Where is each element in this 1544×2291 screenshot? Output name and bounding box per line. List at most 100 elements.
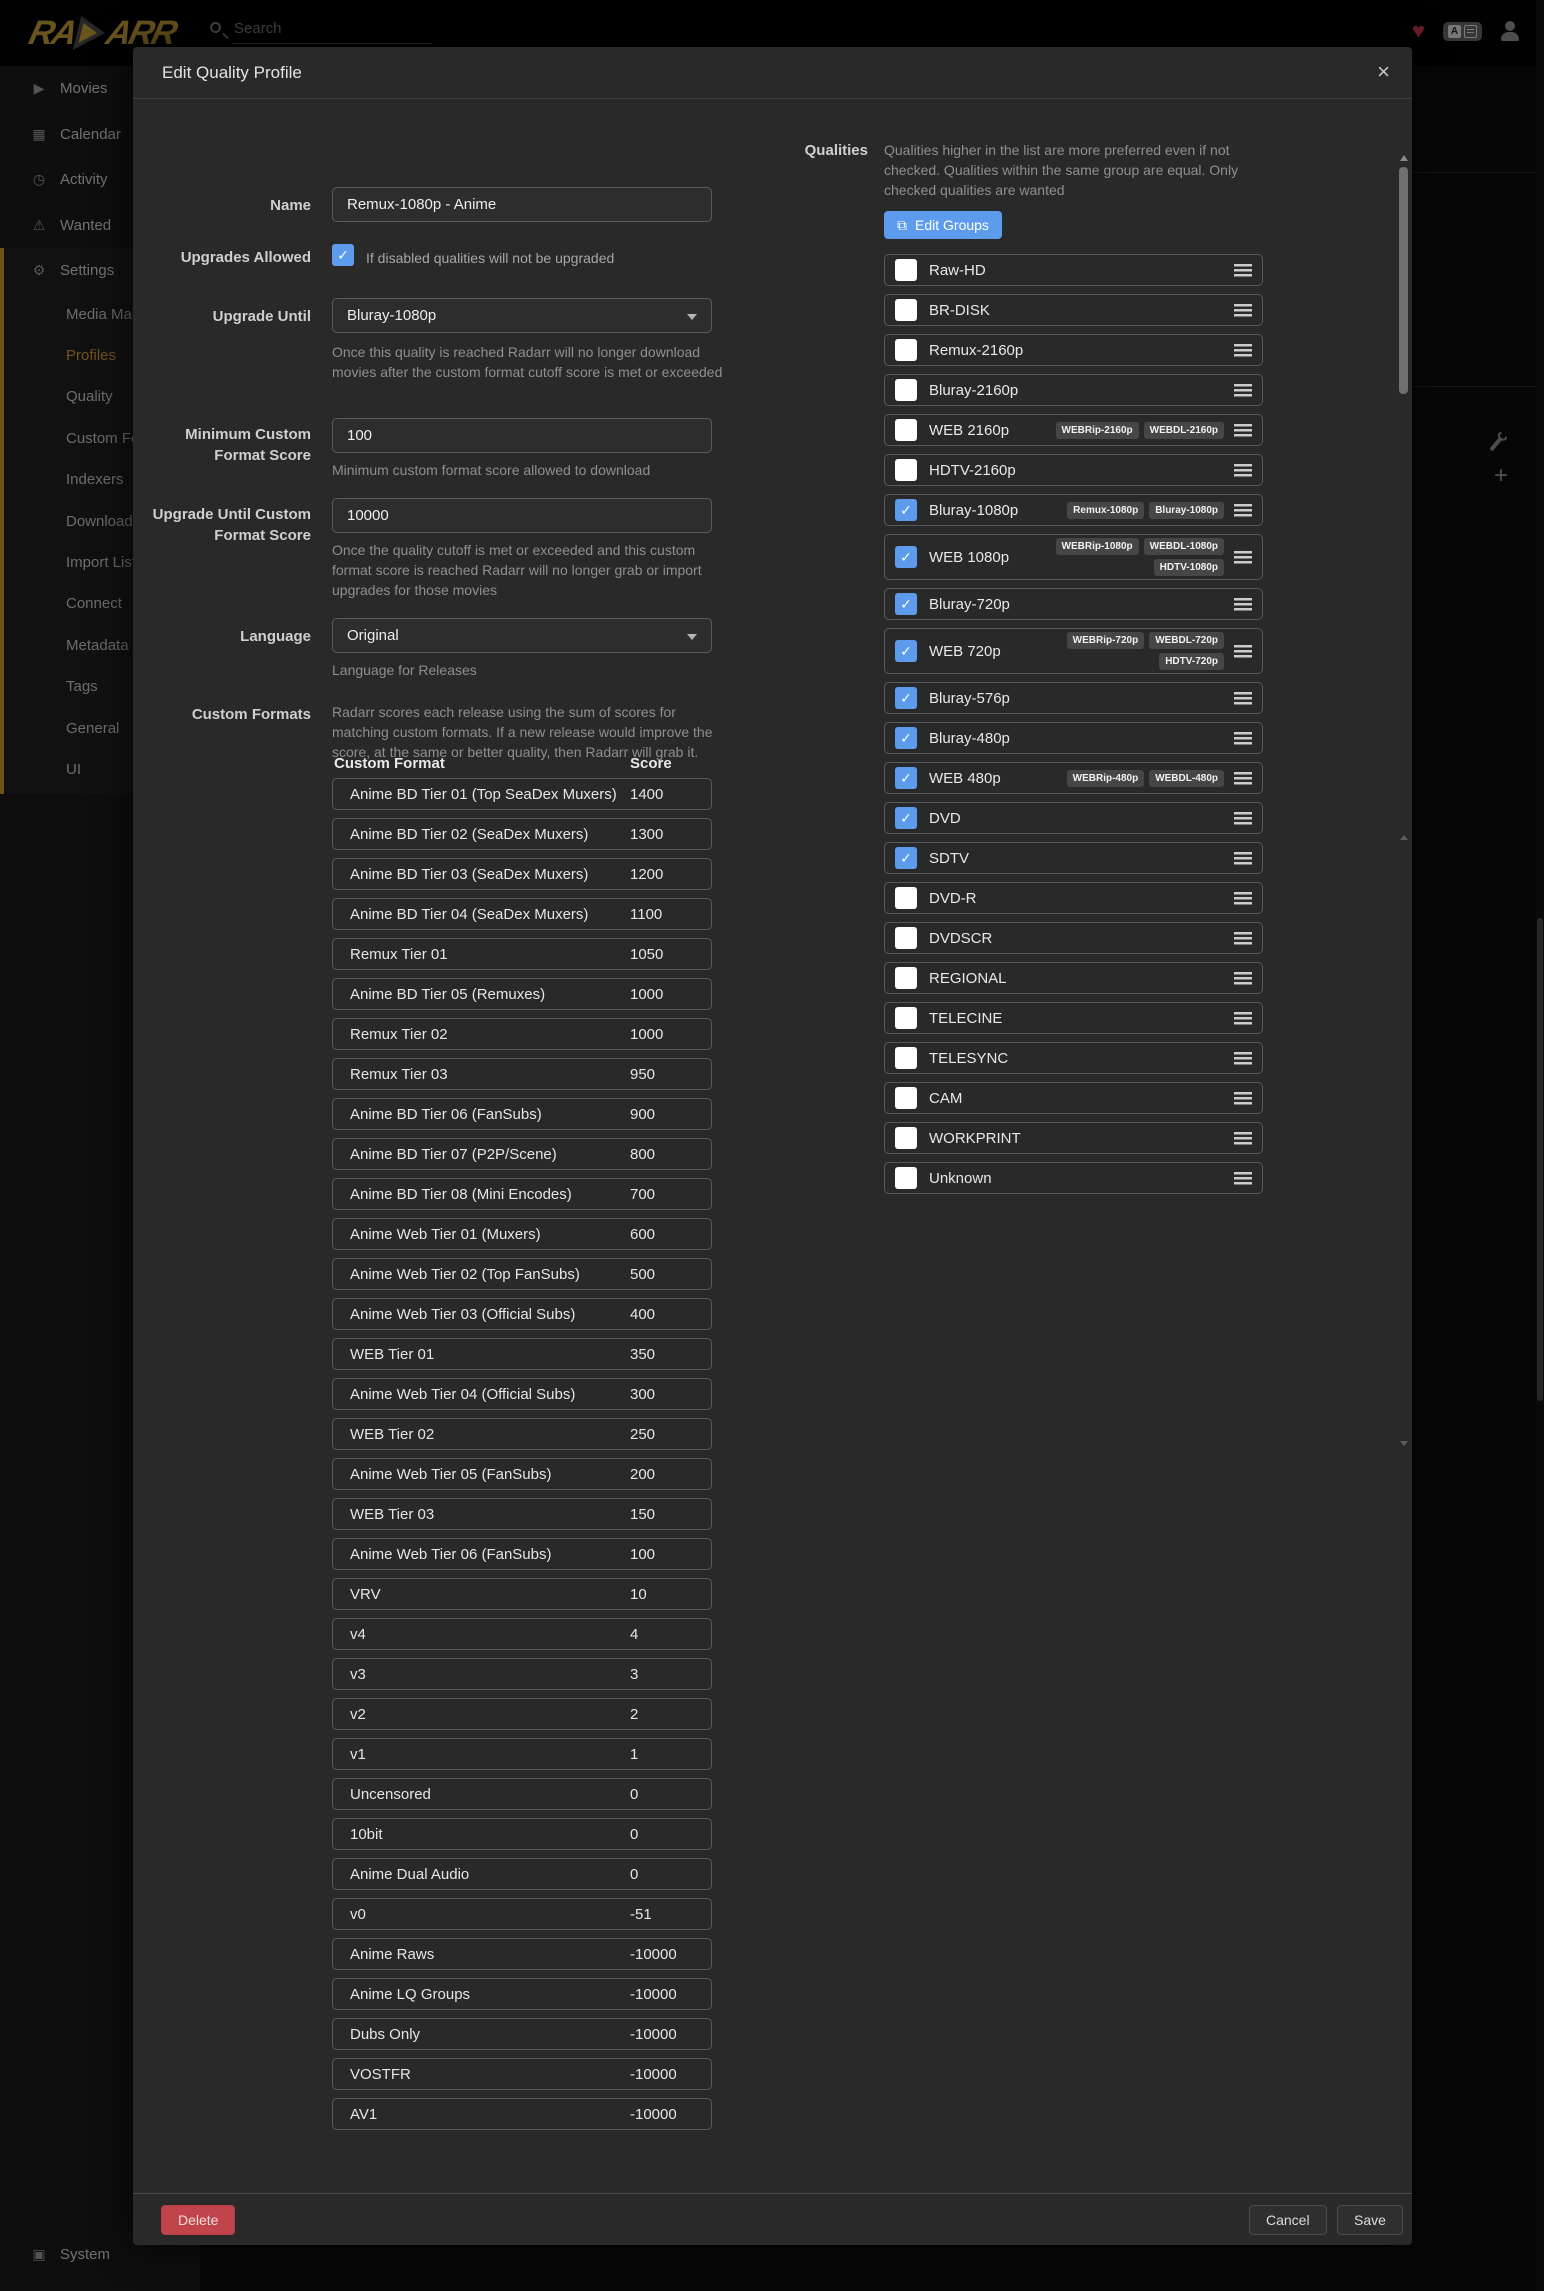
- edit-groups-button[interactable]: ⧉ Edit Groups: [884, 211, 1002, 239]
- custom-format-score[interactable]: 700: [630, 1186, 655, 1203]
- drag-handle-icon[interactable]: [1234, 1132, 1252, 1145]
- custom-format-row[interactable]: Anime BD Tier 02 (SeaDex Muxers) 1300: [332, 818, 712, 850]
- quality-item[interactable]: TELECINE: [884, 1002, 1263, 1034]
- drag-handle-icon[interactable]: [1234, 304, 1252, 317]
- quality-checkbox[interactable]: [895, 687, 917, 709]
- custom-format-row[interactable]: WEB Tier 01 350: [332, 1338, 712, 1370]
- custom-format-score[interactable]: 1000: [630, 1026, 663, 1043]
- custom-format-row[interactable]: WEB Tier 03 150: [332, 1498, 712, 1530]
- quality-item[interactable]: TELESYNC: [884, 1042, 1263, 1074]
- quality-checkbox[interactable]: [895, 807, 917, 829]
- custom-format-row[interactable]: v2 2: [332, 1698, 712, 1730]
- quality-checkbox[interactable]: [895, 1007, 917, 1029]
- custom-format-score[interactable]: 0: [630, 1866, 638, 1883]
- close-icon[interactable]: ×: [1377, 59, 1390, 85]
- drag-handle-icon[interactable]: [1234, 464, 1252, 477]
- quality-checkbox[interactable]: [895, 1047, 917, 1069]
- quality-checkbox[interactable]: [895, 1127, 917, 1149]
- custom-format-row[interactable]: Uncensored 0: [332, 1778, 712, 1810]
- custom-format-score[interactable]: 1400: [630, 786, 663, 803]
- quality-checkbox[interactable]: [895, 727, 917, 749]
- custom-format-score[interactable]: 150: [630, 1506, 655, 1523]
- custom-format-score[interactable]: -10000: [630, 2066, 677, 2083]
- custom-format-row[interactable]: Anime LQ Groups -10000: [332, 1978, 712, 2010]
- custom-format-row[interactable]: AV1 -10000: [332, 2098, 712, 2130]
- quality-checkbox[interactable]: [895, 339, 917, 361]
- custom-format-row[interactable]: Remux Tier 02 1000: [332, 1018, 712, 1050]
- custom-format-score[interactable]: 1050: [630, 946, 663, 963]
- custom-format-row[interactable]: Anime Web Tier 06 (FanSubs) 100: [332, 1538, 712, 1570]
- quality-item[interactable]: DVD-R: [884, 882, 1263, 914]
- save-button[interactable]: Save: [1337, 2205, 1403, 2235]
- custom-format-row[interactable]: Remux Tier 01 1050: [332, 938, 712, 970]
- quality-checkbox[interactable]: [895, 379, 917, 401]
- custom-format-row[interactable]: Anime BD Tier 05 (Remuxes) 1000: [332, 978, 712, 1010]
- quality-item[interactable]: WEB 480p WEBRip-480pWEBDL-480p: [884, 762, 1263, 794]
- cancel-button[interactable]: Cancel: [1249, 2205, 1327, 2235]
- custom-format-score[interactable]: -10000: [630, 2026, 677, 2043]
- drag-handle-icon[interactable]: [1234, 645, 1252, 658]
- name-input[interactable]: [332, 187, 712, 222]
- custom-format-row[interactable]: Anime BD Tier 07 (P2P/Scene) 800: [332, 1138, 712, 1170]
- custom-format-row[interactable]: Anime BD Tier 06 (FanSubs) 900: [332, 1098, 712, 1130]
- drag-handle-icon[interactable]: [1234, 1012, 1252, 1025]
- custom-format-score[interactable]: 250: [630, 1426, 655, 1443]
- upgrade-until-select[interactable]: Bluray-1080p: [332, 298, 712, 333]
- custom-format-score[interactable]: 2: [630, 1706, 638, 1723]
- custom-format-score[interactable]: 1000: [630, 986, 663, 1003]
- custom-format-score[interactable]: 200: [630, 1466, 655, 1483]
- drag-handle-icon[interactable]: [1234, 424, 1252, 437]
- drag-handle-icon[interactable]: [1234, 551, 1252, 564]
- drag-handle-icon[interactable]: [1234, 1092, 1252, 1105]
- custom-format-row[interactable]: Anime Web Tier 04 (Official Subs) 300: [332, 1378, 712, 1410]
- quality-item[interactable]: HDTV-2160p: [884, 454, 1263, 486]
- quality-checkbox[interactable]: [895, 927, 917, 949]
- quality-checkbox[interactable]: [895, 1087, 917, 1109]
- quality-item[interactable]: WEB 2160p WEBRip-2160pWEBDL-2160p: [884, 414, 1263, 446]
- min-custom-format-score-input[interactable]: [332, 418, 712, 453]
- drag-handle-icon[interactable]: [1234, 732, 1252, 745]
- modal-scrollbar-thumb[interactable]: [1399, 167, 1408, 394]
- custom-format-score[interactable]: 1100: [630, 906, 662, 923]
- quality-item[interactable]: Remux-2160p: [884, 334, 1263, 366]
- quality-checkbox[interactable]: [895, 847, 917, 869]
- drag-handle-icon[interactable]: [1234, 384, 1252, 397]
- upgrade-until-cf-score-input[interactable]: [332, 498, 712, 533]
- custom-format-score[interactable]: -51: [630, 1906, 652, 1923]
- quality-item[interactable]: WORKPRINT: [884, 1122, 1263, 1154]
- quality-item[interactable]: Bluray-480p: [884, 722, 1263, 754]
- custom-format-row[interactable]: VRV 10: [332, 1578, 712, 1610]
- custom-format-score[interactable]: 500: [630, 1266, 655, 1283]
- custom-format-score[interactable]: 1: [630, 1746, 638, 1763]
- drag-handle-icon[interactable]: [1234, 852, 1252, 865]
- custom-format-row[interactable]: Anime Web Tier 02 (Top FanSubs) 500: [332, 1258, 712, 1290]
- quality-checkbox[interactable]: [895, 767, 917, 789]
- custom-format-row[interactable]: Anime Web Tier 01 (Muxers) 600: [332, 1218, 712, 1250]
- quality-checkbox[interactable]: [895, 887, 917, 909]
- quality-item[interactable]: Unknown: [884, 1162, 1263, 1194]
- language-select[interactable]: Original: [332, 618, 712, 653]
- drag-handle-icon[interactable]: [1234, 932, 1252, 945]
- drag-handle-icon[interactable]: [1234, 504, 1252, 517]
- custom-format-score[interactable]: -10000: [630, 1946, 677, 1963]
- drag-handle-icon[interactable]: [1234, 598, 1252, 611]
- quality-item[interactable]: Raw-HD: [884, 254, 1263, 286]
- custom-format-row[interactable]: v0 -51: [332, 1898, 712, 1930]
- quality-item[interactable]: CAM: [884, 1082, 1263, 1114]
- drag-handle-icon[interactable]: [1234, 772, 1252, 785]
- custom-format-row[interactable]: v1 1: [332, 1738, 712, 1770]
- custom-format-score[interactable]: 0: [630, 1826, 638, 1843]
- custom-format-row[interactable]: Anime BD Tier 01 (Top SeaDex Muxers) 140…: [332, 778, 712, 810]
- quality-item[interactable]: Bluray-576p: [884, 682, 1263, 714]
- quality-item[interactable]: DVDSCR: [884, 922, 1263, 954]
- custom-format-score[interactable]: -10000: [630, 2106, 677, 2123]
- drag-handle-icon[interactable]: [1234, 264, 1252, 277]
- custom-format-row[interactable]: Dubs Only -10000: [332, 2018, 712, 2050]
- quality-item[interactable]: Bluray-2160p: [884, 374, 1263, 406]
- custom-format-row[interactable]: Anime Web Tier 03 (Official Subs) 400: [332, 1298, 712, 1330]
- quality-item[interactable]: BR-DISK: [884, 294, 1263, 326]
- custom-format-score[interactable]: 100: [630, 1546, 655, 1563]
- custom-format-row[interactable]: Anime Web Tier 05 (FanSubs) 200: [332, 1458, 712, 1490]
- quality-checkbox[interactable]: [895, 299, 917, 321]
- custom-format-row[interactable]: Anime Dual Audio 0: [332, 1858, 712, 1890]
